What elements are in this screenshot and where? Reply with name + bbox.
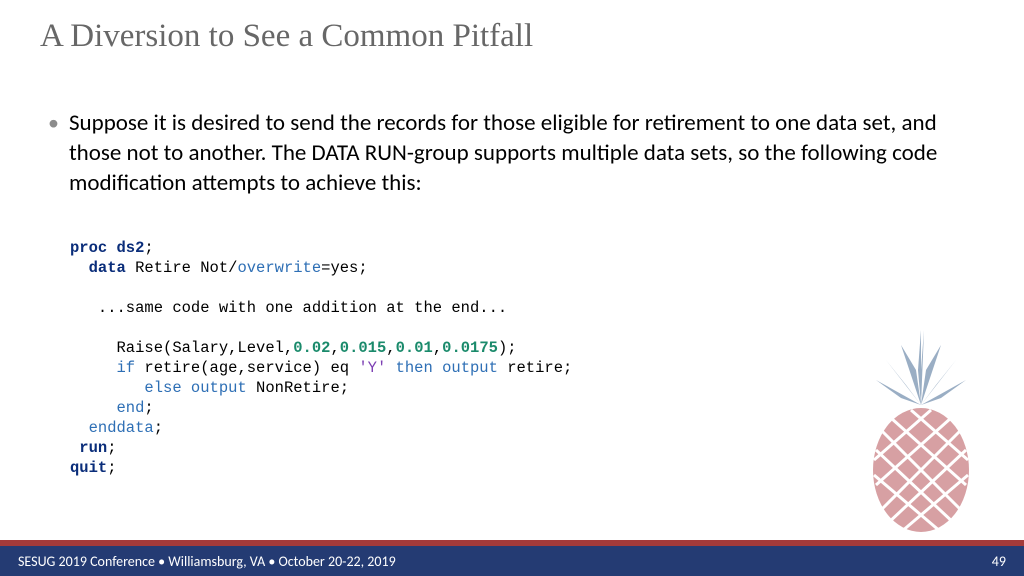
code-t: , (330, 339, 339, 357)
code-t: retire; (498, 359, 572, 377)
code-kw: enddata (70, 419, 154, 437)
code-t: NonRetire; (247, 379, 349, 397)
slide: { "title": "A Diversion to See a Common … (0, 0, 1024, 576)
code-t: , (386, 339, 395, 357)
code-kw: if (70, 359, 135, 377)
code-kw: end (70, 399, 144, 417)
bullet-dot: • (48, 108, 59, 138)
code-num: 0.01 (396, 339, 433, 357)
code-t: , (433, 339, 442, 357)
code-t: ; (144, 239, 153, 257)
page-number: 49 (992, 553, 1006, 570)
bullet-text: Suppose it is desired to send the record… (69, 108, 978, 198)
code-opt: overwrite (237, 259, 321, 277)
code-t: Raise(Salary,Level, (70, 339, 293, 357)
bullet-item: • Suppose it is desired to send the reco… (48, 108, 978, 198)
code-kw: then output (386, 359, 498, 377)
code-t: ; (154, 419, 163, 437)
code-t: =yes; (321, 259, 368, 277)
code-kw: quit (70, 459, 107, 477)
slide-title: A Diversion to See a Common Pitfall (40, 18, 533, 55)
code-t: ...same code with one addition at the en… (70, 299, 507, 317)
code-kw: run (70, 439, 107, 457)
body: • Suppose it is desired to send the reco… (48, 108, 978, 204)
code-block: proc ds2; data Retire Not/overwrite=yes;… (70, 238, 572, 478)
code-t: ); (498, 339, 517, 357)
code-num: 0.0175 (442, 339, 498, 357)
footer-left: SESUG 2019 Conference • Williamsburg, VA… (18, 553, 396, 570)
code-kw: else output (70, 379, 247, 397)
code-str: 'Y' (358, 359, 386, 377)
code-kw: proc ds2 (70, 239, 144, 257)
code-kw: data (70, 259, 126, 277)
code-t: retire(age,service) eq (135, 359, 358, 377)
code-t: ; (144, 399, 153, 417)
pineapple-icon (846, 310, 996, 540)
code-t: ; (107, 459, 116, 477)
code-t: Retire Not/ (126, 259, 238, 277)
code-t: ; (107, 439, 116, 457)
code-num: 0.015 (340, 339, 387, 357)
code-num: 0.02 (293, 339, 330, 357)
footer: SESUG 2019 Conference • Williamsburg, VA… (0, 546, 1024, 576)
